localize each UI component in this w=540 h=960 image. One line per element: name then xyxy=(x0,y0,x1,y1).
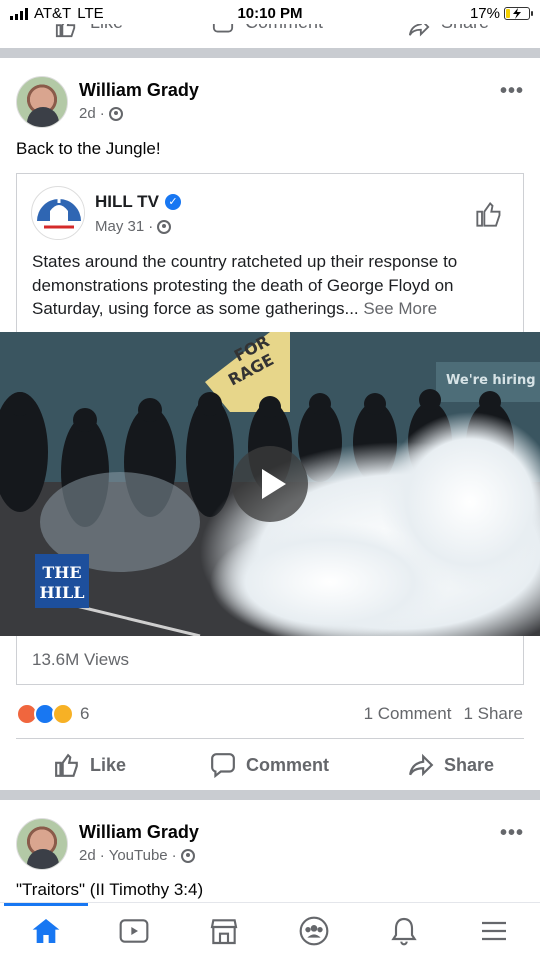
engagement-counts: 1 Comment 1 Share xyxy=(364,704,523,724)
groups-tab[interactable] xyxy=(294,913,334,949)
shared-date[interactable]: May 31 xyxy=(95,218,144,235)
like-label: Like xyxy=(90,754,127,775)
action-row-separator xyxy=(16,738,524,739)
reaction-count: 6 xyxy=(80,704,90,723)
page-name-row[interactable]: HILL TV ✓ xyxy=(95,192,181,212)
battery-fill xyxy=(506,9,510,18)
battery-percent: 17% xyxy=(469,5,500,22)
post-text: "Traitors" (II Timothy 3:4) xyxy=(16,880,204,899)
feed-divider xyxy=(0,790,540,800)
feed-divider xyxy=(0,48,540,58)
meta-separator: · xyxy=(99,847,105,864)
previous-comment-button[interactable]: Comment xyxy=(245,24,323,33)
meta-separator: · xyxy=(99,105,105,122)
comment-button[interactable]: Comment xyxy=(210,752,329,778)
like-icon[interactable] xyxy=(55,24,77,38)
notifications-tab[interactable] xyxy=(384,913,424,949)
share-count[interactable]: 1 Share xyxy=(463,704,523,724)
post-source: YouTube xyxy=(108,847,168,864)
post-meta: 2d · YouTube · xyxy=(79,847,195,864)
post-time[interactable]: 2d xyxy=(79,105,96,122)
meta-separator: · xyxy=(148,218,154,235)
previous-share-button[interactable]: Share xyxy=(441,24,489,33)
menu-icon xyxy=(482,921,506,941)
globe-icon xyxy=(180,848,195,863)
post-author[interactable]: William Grady xyxy=(79,822,199,843)
meta-separator: · xyxy=(171,847,177,864)
active-tab-indicator xyxy=(4,903,88,906)
notifications-icon xyxy=(391,917,417,946)
share-icon[interactable] xyxy=(408,24,430,38)
globe-icon xyxy=(157,219,172,234)
share-label: Share xyxy=(444,754,495,775)
comment-label: Comment xyxy=(246,754,330,775)
play-button[interactable] xyxy=(232,446,308,522)
like-icon xyxy=(55,753,78,777)
previous-like-button[interactable]: Like xyxy=(90,24,123,33)
marketplace-icon xyxy=(210,919,238,945)
watch-tab[interactable] xyxy=(114,913,154,949)
verified-badge-icon: ✓ xyxy=(164,194,181,210)
like-page-icon[interactable] xyxy=(475,200,503,228)
home-tab[interactable] xyxy=(26,913,66,949)
comment-icon[interactable] xyxy=(212,24,234,38)
groups-icon xyxy=(299,916,329,946)
watermark-line2: HILL xyxy=(39,583,84,602)
bottom-tab-bar xyxy=(0,902,540,960)
avatar[interactable] xyxy=(16,76,68,128)
comment-count[interactable]: 1 Comment xyxy=(364,704,452,724)
watch-icon xyxy=(119,919,149,943)
video-player[interactable]: FOR RAGE We're hiring THE HILL xyxy=(0,332,540,636)
globe-icon xyxy=(108,106,123,121)
battery-icon xyxy=(504,7,533,20)
post-meta: 2d · xyxy=(79,105,123,122)
play-icon xyxy=(262,469,286,499)
view-count: 13.6M Views xyxy=(32,650,130,669)
share-button[interactable]: Share xyxy=(408,752,494,778)
post-text: Back to the Jungle! xyxy=(16,139,161,158)
like-button[interactable]: Like xyxy=(54,752,126,778)
shared-meta: May 31 · xyxy=(95,218,172,235)
post-author[interactable]: William Grady xyxy=(79,80,199,101)
avatar[interactable] xyxy=(16,818,68,870)
status-right: 17% xyxy=(469,5,533,22)
marketplace-tab[interactable] xyxy=(204,913,244,949)
see-more-link[interactable]: See More xyxy=(363,299,437,318)
sad-icon xyxy=(52,703,74,725)
page-name[interactable]: HILL TV xyxy=(95,192,159,212)
status-time: 10:10 PM xyxy=(237,5,303,22)
home-icon xyxy=(32,919,60,943)
menu-tab[interactable] xyxy=(474,913,514,949)
share-icon xyxy=(409,753,434,777)
hiring-banner-text: We're hiring xyxy=(446,373,536,388)
shared-post-card[interactable]: HILL TV ✓ May 31 · States around the cou… xyxy=(0,173,540,685)
reactions-summary[interactable]: 6 xyxy=(16,703,89,725)
more-options-button[interactable]: ••• xyxy=(500,822,524,845)
previous-post-action-row: Like Comment Share xyxy=(0,24,540,40)
more-options-button[interactable]: ••• xyxy=(500,80,524,103)
post-time[interactable]: 2d xyxy=(79,847,96,864)
watermark-line1: THE xyxy=(42,563,81,582)
shared-text: States around the country ratcheted up t… xyxy=(32,250,512,321)
hill-tv-logo[interactable] xyxy=(31,186,85,240)
charging-bolt-icon xyxy=(513,8,521,19)
comment-icon xyxy=(211,753,235,778)
